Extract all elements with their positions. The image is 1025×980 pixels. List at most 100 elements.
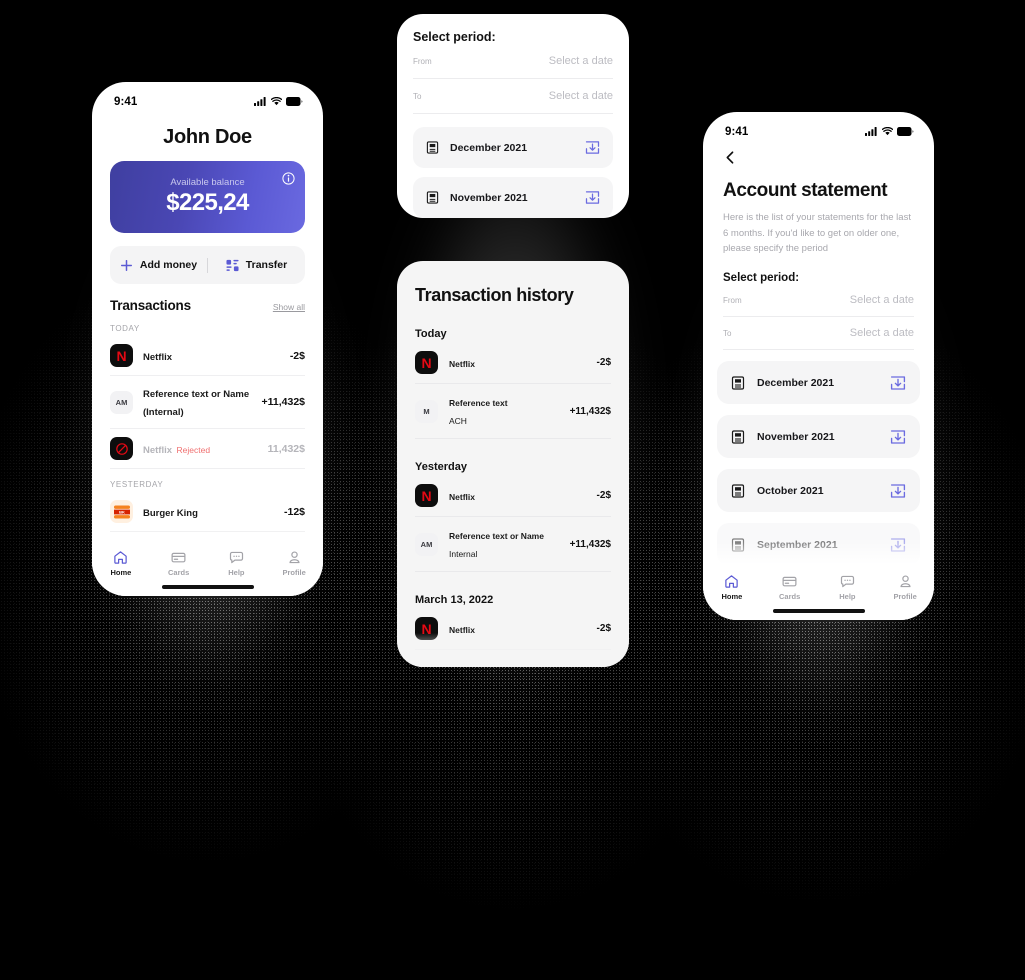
chat-icon bbox=[229, 551, 243, 564]
transaction-title: Reference text or Name (Internal) bbox=[143, 389, 250, 418]
transaction-title: Burger King bbox=[143, 507, 198, 519]
date-to-value[interactable]: Select a date bbox=[850, 327, 914, 339]
document-icon bbox=[426, 141, 439, 154]
history-body: Reference text or Name Internal bbox=[449, 526, 559, 562]
statement-row[interactable]: December 2021 bbox=[717, 361, 920, 405]
download-icon[interactable] bbox=[890, 375, 906, 391]
transaction-body: Netflix Rejected bbox=[143, 440, 258, 458]
date-from-value[interactable]: Select a date bbox=[850, 294, 914, 306]
transaction-amount: +11,432$ bbox=[261, 396, 305, 408]
back-button[interactable] bbox=[723, 150, 934, 170]
tab-label: Cards bbox=[167, 568, 190, 577]
balance-amount: $225,24 bbox=[166, 189, 249, 216]
history-body: Netflix bbox=[449, 487, 586, 505]
history-amount: +11,432$ bbox=[569, 405, 611, 417]
tab-label: Cards bbox=[778, 592, 801, 601]
date-from-label: From bbox=[413, 56, 432, 66]
cellular-signal-icon bbox=[865, 127, 877, 136]
tab-cards[interactable]: Cards bbox=[761, 574, 819, 601]
transfer-button[interactable]: Transfer bbox=[208, 259, 305, 272]
history-row[interactable]: M Reference text ACH +11,432$ bbox=[415, 384, 611, 439]
statement-row[interactable]: October 2021 bbox=[717, 469, 920, 513]
history-title: Reference text bbox=[449, 398, 508, 408]
history-body: Netflix bbox=[449, 354, 586, 372]
date-to-row[interactable]: To Select a date bbox=[723, 317, 914, 351]
history-day-label: Today bbox=[415, 328, 447, 340]
statement-row[interactable]: November 2021 bbox=[717, 415, 920, 459]
show-all-link[interactable]: Show all bbox=[273, 302, 305, 312]
history-body: Reference text ACH bbox=[449, 393, 559, 429]
battery-icon bbox=[286, 97, 303, 106]
history-row[interactable]: AM Reference text or Name Internal +11,4… bbox=[415, 517, 611, 572]
home-indicator bbox=[772, 609, 865, 613]
transaction-row[interactable]: N Netflix -2$ bbox=[110, 336, 305, 376]
chevron-left-icon bbox=[726, 151, 734, 164]
transaction-amount: -2$ bbox=[289, 349, 305, 362]
status-bar-time: 9:41 bbox=[725, 125, 749, 138]
transaction-title: Netflix bbox=[143, 351, 173, 363]
download-icon[interactable] bbox=[890, 429, 906, 445]
date-to-value[interactable]: Select a date bbox=[549, 90, 613, 102]
transaction-row[interactable]: AM Reference text or Name (Internal) +11… bbox=[110, 376, 305, 429]
date-from-row[interactable]: From Select a date bbox=[723, 284, 914, 318]
transaction-title: Netflix bbox=[143, 444, 173, 456]
date-from-row[interactable]: From Select a date bbox=[413, 44, 613, 79]
download-icon[interactable] bbox=[585, 190, 600, 205]
statement-row[interactable]: December 2021 bbox=[413, 127, 613, 168]
history-amount: -2$ bbox=[596, 490, 611, 501]
netflix-logo-icon: N bbox=[415, 484, 438, 507]
tab-label: Home bbox=[110, 568, 132, 577]
tab-label: Help bbox=[839, 592, 856, 601]
status-bar-icons bbox=[254, 97, 303, 106]
tab-label: Home bbox=[721, 592, 743, 601]
document-icon bbox=[426, 191, 439, 204]
add-money-button[interactable]: Add money bbox=[110, 259, 207, 272]
status-bar-statement: 9:41 bbox=[703, 112, 934, 142]
date-to-row[interactable]: To Select a date bbox=[413, 79, 613, 114]
transaction-history-title: Transaction history bbox=[415, 285, 574, 305]
page-title: Account statement bbox=[723, 180, 888, 201]
tab-help[interactable]: Help bbox=[819, 574, 877, 601]
transaction-body: Burger King bbox=[143, 503, 274, 521]
tab-label: Profile bbox=[282, 568, 306, 577]
date-from-value[interactable]: Select a date bbox=[549, 55, 613, 67]
transactions-title: Transactions bbox=[110, 298, 191, 313]
history-title: Netflix bbox=[449, 358, 475, 369]
tab-profile[interactable]: Profile bbox=[265, 550, 323, 577]
balance-card[interactable]: Available balance $225,24 bbox=[110, 161, 305, 233]
document-icon bbox=[731, 483, 745, 498]
tab-home[interactable]: Home bbox=[703, 574, 761, 601]
avatar-initials: AM bbox=[110, 390, 133, 414]
history-row[interactable]: N Netflix -2$ bbox=[415, 475, 611, 517]
tab-profile[interactable]: Profile bbox=[876, 574, 934, 601]
history-day-label: March 13, 2022 bbox=[415, 594, 494, 606]
history-row[interactable]: N Netflix -2$ bbox=[415, 342, 611, 384]
download-icon[interactable] bbox=[890, 483, 906, 499]
history-amount: +11,432$ bbox=[569, 538, 611, 550]
statement-row[interactable]: November 2021 bbox=[413, 177, 613, 218]
tab-help[interactable]: Help bbox=[208, 550, 266, 577]
select-period-title: Select period: bbox=[723, 272, 800, 285]
tab-cards[interactable]: Cards bbox=[150, 550, 208, 577]
screenshot-stage: 9:41 John Doe Available balance $225,24 … bbox=[0, 0, 1025, 980]
history-title: Reference text or Name bbox=[449, 531, 544, 541]
transaction-row-rejected[interactable]: Netflix Rejected 11,432$ bbox=[110, 429, 305, 469]
tab-home[interactable]: Home bbox=[92, 550, 150, 577]
info-icon[interactable] bbox=[282, 172, 295, 190]
avatar-initials: M bbox=[415, 399, 438, 423]
transaction-body: Netflix bbox=[143, 347, 280, 365]
date-to-label: To bbox=[413, 91, 422, 101]
download-icon[interactable] bbox=[585, 140, 600, 155]
status-bar-icons bbox=[865, 127, 914, 136]
document-icon bbox=[731, 375, 745, 390]
status-bar-time: 9:41 bbox=[114, 95, 138, 108]
blocked-icon bbox=[110, 437, 133, 460]
avatar-initials: AM bbox=[415, 532, 438, 556]
day-group-label: TODAY bbox=[110, 324, 140, 333]
transaction-row[interactable]: BK Burger King -12$ bbox=[110, 492, 305, 532]
chat-icon bbox=[840, 575, 854, 588]
battery-icon bbox=[897, 127, 914, 136]
svg-text:BK: BK bbox=[119, 509, 125, 514]
card-icon bbox=[171, 552, 186, 563]
transaction-amount: 11,432$ bbox=[267, 442, 305, 455]
